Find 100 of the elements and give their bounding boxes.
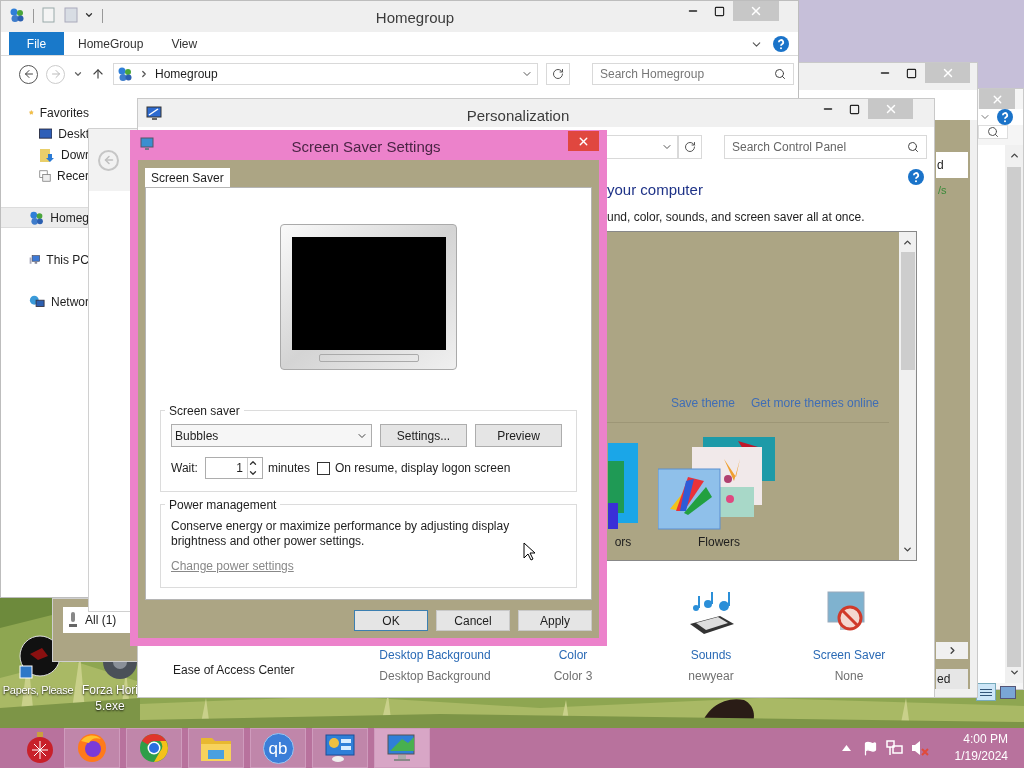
search-icon[interactable]: [907, 141, 919, 153]
ribbon-tab[interactable]: View: [157, 32, 212, 55]
checkbox[interactable]: [316, 461, 330, 475]
breadcrumb-chevron-icon[interactable]: [139, 69, 149, 79]
close-icon: [749, 4, 763, 18]
setting-link[interactable]: Screen Saver: [812, 645, 886, 664]
taskbar-button[interactable]: [312, 728, 368, 768]
tab[interactable]: Screen Saver: [145, 168, 230, 187]
mouse-cursor-icon: [523, 542, 535, 561]
scroll-right-button[interactable]: [936, 642, 968, 659]
dialog-button[interactable]: ed: [936, 669, 968, 689]
close-button[interactable]: [568, 131, 599, 151]
see-also-link[interactable]: Ease of Access Center: [173, 660, 366, 679]
firefox-icon[interactable]: [77, 733, 107, 763]
nav-pane-item[interactable]: Favorites: [1, 102, 89, 123]
taskbar-button[interactable]: [64, 728, 120, 768]
screen-saver-icon: [140, 137, 154, 151]
speaker-icon[interactable]: [910, 740, 929, 756]
search-field[interactable]: Search Control Panel: [724, 135, 927, 159]
nav-pane-item[interactable]: This PC: [1, 249, 89, 270]
homegroup-icon: [117, 66, 133, 82]
window-title: Personalization: [466, 106, 570, 126]
search-icon[interactable]: [774, 68, 786, 80]
setting-value: None: [834, 667, 864, 685]
refresh-button[interactable]: [546, 63, 570, 85]
scroll-down-icon[interactable]: [1008, 667, 1020, 678]
nav-pane-item[interactable]: Homeg: [1, 207, 89, 228]
search-button[interactable]: [978, 125, 1008, 139]
refresh-icon: [684, 141, 696, 153]
back-arrow-icon: [22, 68, 35, 80]
customize-caret-icon[interactable]: [84, 10, 94, 20]
unit-label: minutes: [267, 460, 310, 477]
theme-thumbnail[interactable]: [608, 442, 638, 531]
nav-pane-item[interactable]: Dowr: [1, 144, 89, 165]
field-label: Wait:: [171, 460, 198, 477]
address-bar[interactable]: Homegroup: [113, 63, 538, 85]
clock-date[interactable]: 1/19/2024: [954, 748, 1008, 765]
power-settings-link[interactable]: Change power settings: [171, 557, 294, 575]
flag-icon[interactable]: [862, 740, 878, 756]
theme-name[interactable]: Flowers: [698, 532, 740, 551]
taskbar-button[interactable]: qb: [250, 728, 306, 768]
qbittorrent-icon[interactable]: qb: [262, 732, 294, 764]
help-icon[interactable]: [908, 169, 924, 185]
setting-value: Color 3: [553, 667, 593, 685]
preview-view-icon[interactable]: [1000, 685, 1016, 699]
network-icon: [29, 293, 45, 310]
checkbox-label[interactable]: On resume, display logon screen: [334, 459, 511, 477]
file-menu-button[interactable]: File: [9, 32, 64, 55]
up-icon[interactable]: [91, 67, 105, 81]
homegroup-icon: [29, 209, 45, 226]
dialog-title: Screen Saver Settings: [291, 137, 441, 157]
ribbon-tab[interactable]: HomeGroup: [64, 32, 158, 55]
desktop-icon: [39, 126, 53, 141]
minutes-spinner[interactable]: 1: [204, 457, 263, 479]
recent-locations-icon[interactable]: [73, 69, 83, 79]
dialog-button[interactable]: Preview: [475, 424, 562, 447]
chrome-icon[interactable]: [139, 733, 169, 763]
nav-pane-item[interactable]: Recer: [1, 165, 89, 186]
dialog-button[interactable]: OK: [354, 610, 428, 631]
help-icon[interactable]: [773, 36, 789, 52]
personalization-icon[interactable]: [386, 733, 418, 763]
setting-link[interactable]: Desktop Background: [379, 645, 491, 664]
spin-up-icon[interactable]: [247, 458, 258, 468]
forward-arrow-icon: [49, 68, 62, 80]
taskbar-button[interactable]: [374, 728, 430, 768]
dialog-button[interactable]: Cancel: [436, 610, 510, 631]
setting-value: newyear: [688, 667, 734, 685]
setting-link[interactable]: Sounds: [690, 645, 732, 664]
maximize-icon: [906, 67, 917, 79]
details-view-icon[interactable]: [976, 683, 996, 701]
show-hidden-icons-icon[interactable]: [841, 745, 851, 751]
search-field[interactable]: Search Homegroup: [592, 63, 794, 85]
refresh-button[interactable]: [678, 135, 702, 159]
help-icon[interactable]: [997, 109, 1013, 125]
column-header: d: [937, 157, 944, 174]
description: Conserve energy or maximize performance by adjusting display brightness and other power settings.: [171, 519, 511, 549]
clock-time[interactable]: 4:00 PM: [963, 731, 1008, 748]
setting-link[interactable]: Color: [558, 645, 588, 664]
folder-download-icon: [39, 146, 55, 163]
nav-pane-item[interactable]: Deskt: [1, 123, 89, 144]
back-arrow-icon: [102, 154, 115, 166]
homegroup-icon: [9, 7, 25, 23]
nav-pane-item[interactable]: Networ: [1, 291, 89, 312]
theme-name[interactable]: ors: [614, 532, 632, 551]
control-panel-icon[interactable]: [324, 733, 356, 763]
breadcrumb-item[interactable]: Homegroup: [155, 65, 218, 83]
spin-down-icon[interactable]: [247, 468, 258, 478]
search-icon: [987, 126, 999, 138]
page-heading: your computer: [607, 180, 704, 200]
taskbar-button[interactable]: [126, 728, 182, 768]
scroll-up-icon[interactable]: [1008, 150, 1020, 161]
dialog-button[interactable]: Apply: [518, 610, 592, 631]
setting-value: Desktop Background: [379, 667, 491, 685]
maximize-icon: [849, 103, 860, 115]
screen-saver-dropdown[interactable]: Bubbles: [171, 424, 372, 447]
network-icon[interactable]: [885, 740, 903, 756]
recent-places-icon: [39, 167, 51, 184]
dialog-button[interactable]: Settings...: [380, 424, 467, 447]
description: und, color, sounds, and screen saver all at once.: [607, 208, 866, 226]
speed-text: /s: [938, 183, 947, 198]
